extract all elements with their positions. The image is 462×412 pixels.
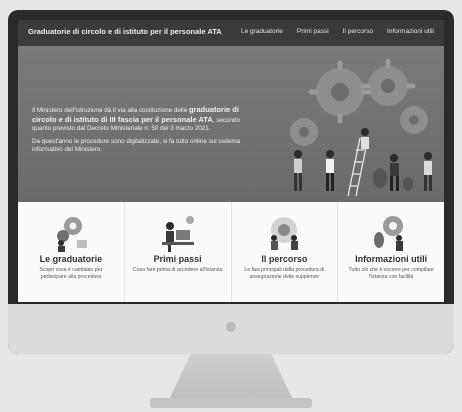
card-description: Tutto ciò che ti occorre per compilare l… bbox=[348, 267, 434, 280]
card-description: Cosa fare prima di accedere all'istanza bbox=[133, 267, 223, 273]
monitor-base bbox=[150, 398, 312, 408]
card-title: Informazioni utili bbox=[355, 254, 428, 264]
nav-link-primi-passi[interactable]: Primi passi bbox=[297, 28, 329, 35]
card-description: Le fasi principali della procedura di as… bbox=[244, 267, 325, 280]
card-informazioni-utili[interactable]: Informazioni utili Tutto ciò che ti occo… bbox=[338, 202, 444, 302]
main-nav: Le graduatorie Primi passi Il percorso I… bbox=[241, 28, 434, 35]
card-percorso[interactable]: Il percorso Le fasi principali della pro… bbox=[231, 202, 339, 302]
card-description: Scopri cosa è cambiato per partecipare a… bbox=[39, 267, 103, 280]
card-title: Le graduatorie bbox=[39, 254, 103, 264]
site-title[interactable]: Graduatorie di circolo e di istituto per… bbox=[28, 27, 222, 36]
card-primi-passi[interactable]: Primi passi Cosa fare prima di accedere … bbox=[124, 202, 232, 302]
hero-banner: Il Ministero dell'Istruzione dà il via a… bbox=[18, 46, 444, 202]
hero-text: Il Ministero dell'Istruzione dà il via a… bbox=[32, 105, 250, 159]
card-title: Primi passi bbox=[153, 254, 202, 264]
percorso-illustration-icon bbox=[271, 217, 299, 250]
power-indicator bbox=[226, 322, 236, 332]
monitor-stand bbox=[168, 354, 294, 402]
hero-text-pre: Il Ministero dell'Istruzione dà il via a… bbox=[32, 107, 189, 114]
hero-paragraph-2: Da quest'anno le procedure sono digitali… bbox=[32, 137, 241, 154]
informazioni-illustration-icon bbox=[374, 216, 404, 251]
section-cards: Le graduatorie Scopri cosa è cambiato pe… bbox=[18, 202, 444, 302]
gears-people-illustration bbox=[290, 58, 432, 197]
primi-passi-illustration-icon bbox=[161, 216, 194, 252]
graduatorie-illustration-icon bbox=[56, 217, 87, 252]
nav-link-graduatorie[interactable]: Le graduatorie bbox=[241, 28, 283, 35]
nav-link-informazioni[interactable]: Informazioni utili bbox=[387, 28, 434, 35]
nav-link-percorso[interactable]: Il percorso bbox=[343, 28, 373, 35]
card-graduatorie[interactable]: Le graduatorie Scopri cosa è cambiato pe… bbox=[18, 202, 125, 302]
top-navigation-bar: Graduatorie di circolo e di istituto per… bbox=[18, 20, 444, 46]
screen: Graduatorie di circolo e di istituto per… bbox=[18, 20, 444, 302]
hero-paragraph-1: Il Ministero dell'Istruzione dà il via a… bbox=[32, 105, 250, 134]
card-title: Il percorso bbox=[261, 254, 308, 264]
